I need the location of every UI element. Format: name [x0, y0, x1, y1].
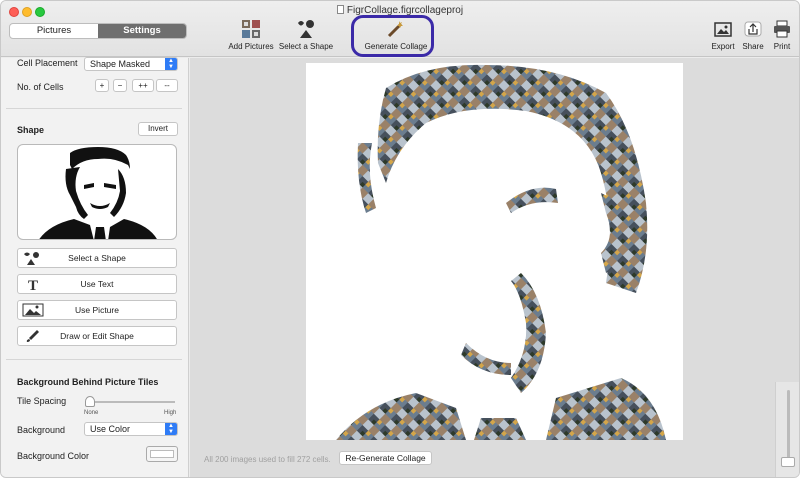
tile-spacing-slider[interactable]	[85, 396, 179, 410]
photo-grid-icon	[242, 20, 260, 38]
use-text-button[interactable]: T Use Text	[17, 274, 177, 294]
select-shape-sidebar-button[interactable]: Select a Shape	[17, 248, 177, 268]
print-button[interactable]: Print	[769, 19, 795, 51]
slider-knob[interactable]	[85, 396, 95, 407]
background-select[interactable]: Use Color ▲ ▼	[84, 422, 178, 436]
chevron-updown-icon: ▲ ▼	[165, 423, 177, 435]
tab-pictures[interactable]: Pictures	[10, 24, 98, 38]
text-icon: T	[28, 278, 38, 291]
remove-cells-button[interactable]: −	[113, 79, 127, 92]
slider-track	[87, 401, 175, 403]
tile-spacing-max-label: High	[164, 410, 177, 416]
background-color-label: Background Color	[17, 451, 90, 461]
settings-sidebar: Cell Placement Shape Masked ▲ ▼ No. of Ce…	[1, 57, 189, 477]
shape-heading: Shape	[17, 125, 45, 135]
add-many-cells-button[interactable]: ++	[132, 79, 154, 92]
divider	[6, 359, 182, 360]
add-cells-button[interactable]: +	[95, 79, 109, 92]
cell-placement-label: Cell Placement	[17, 58, 78, 68]
portrait-silhouette-image	[39, 147, 157, 239]
export-image-icon	[714, 22, 732, 37]
cell-placement-select[interactable]: Shape Masked ▲ ▼	[84, 57, 178, 71]
shapes-icon	[298, 20, 314, 38]
tile-spacing-label: Tile Spacing	[17, 396, 67, 406]
generate-collage-highlight	[351, 15, 434, 57]
zoom-track	[787, 390, 790, 465]
regenerate-collage-button[interactable]: Re-Generate Collage	[339, 451, 432, 465]
share-button[interactable]: Share	[741, 19, 765, 51]
printer-icon	[774, 20, 790, 38]
chevron-updown-icon: ▲ ▼	[165, 58, 177, 70]
divider	[6, 108, 182, 109]
background-label: Background	[17, 425, 66, 435]
background-color-well[interactable]	[146, 446, 178, 462]
export-button[interactable]: Export	[709, 19, 737, 51]
shape-preview	[17, 144, 177, 240]
tab-settings[interactable]: Settings	[98, 24, 186, 38]
svg-text:T: T	[28, 278, 38, 291]
collage-canvas[interactable]	[306, 63, 683, 440]
picture-icon	[22, 303, 44, 317]
draw-edit-shape-button[interactable]: Draw or Edit Shape	[17, 326, 177, 346]
add-pictures-button[interactable]: Add Pictures	[227, 19, 275, 51]
sidebar-tab-switcher: Pictures Settings	[9, 23, 187, 39]
app-window: FigrCollage.figrcollageproj Pictures Set…	[0, 0, 800, 478]
brush-icon	[26, 330, 39, 342]
cells-label: No. of Cells	[17, 82, 64, 92]
background-heading: Background Behind Picture Tiles	[17, 377, 159, 387]
share-icon	[744, 21, 762, 37]
invert-button[interactable]: Invert	[138, 122, 178, 136]
tile-spacing-min-label: None	[84, 410, 99, 416]
color-swatch	[150, 450, 174, 458]
collage-image	[336, 64, 666, 440]
shapes-icon	[24, 252, 39, 265]
remove-many-cells-button[interactable]: --	[156, 79, 178, 92]
document-icon	[336, 5, 344, 14]
zoom-knob[interactable]	[781, 457, 795, 467]
select-shape-button[interactable]: Select a Shape	[277, 19, 335, 51]
zoom-slider[interactable]	[775, 382, 799, 477]
toolbar: FigrCollage.figrcollageproj Pictures Set…	[1, 1, 799, 57]
use-picture-button[interactable]: Use Picture	[17, 300, 177, 320]
main-canvas-area: All 200 images used to fill 272 cells. R…	[190, 58, 799, 477]
status-message: All 200 images used to fill 272 cells.	[204, 455, 331, 464]
